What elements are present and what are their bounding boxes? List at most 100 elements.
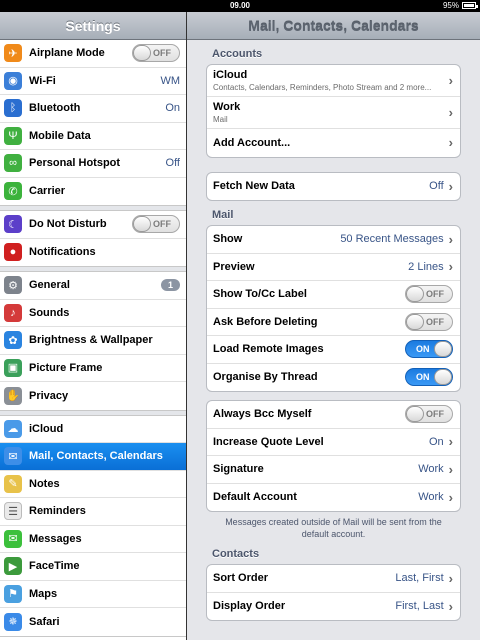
toggle-state: OFF <box>426 289 444 300</box>
toggle-switch[interactable]: OFF <box>405 312 453 331</box>
sidebar-item-sounds[interactable]: ♪ Sounds <box>0 299 186 327</box>
battery-indicator: 95% <box>443 1 478 10</box>
row-label: Always Bcc Myself <box>213 408 312 421</box>
row-label: Work <box>213 101 241 113</box>
chevron-right-icon: › <box>448 259 453 275</box>
sidebar-title: Settings <box>65 17 121 34</box>
icloud-row[interactable]: iCloud Contacts, Calendars, Reminders, Ph… <box>207 65 460 97</box>
gear-icon: ⚙ <box>4 276 22 295</box>
sidebar-item-value: WM <box>160 74 180 87</box>
sidebar-group: ☁ iCloud ✉ Mail, Contacts, Calendars ✎ Notes ☰… <box>0 415 186 637</box>
envelope-icon: ✉ <box>4 447 22 466</box>
sidebar-group: ✈ Airplane Mode OFF ◉ Wi-Fi WM ᛒ Bluetooth On Ψ Mo… <box>0 40 186 206</box>
status-time: 09.00 <box>229 1 251 10</box>
chevron-right-icon: › <box>448 489 453 505</box>
toggle-knob <box>406 286 424 303</box>
show-to-cc-label-row[interactable]: Show To/Cc Label OFF <box>207 281 460 309</box>
sidebar-item-airplane-mode[interactable]: ✈ Airplane Mode OFF <box>0 40 186 68</box>
fetch-new-data-label: Fetch New Data <box>213 180 295 193</box>
toggle-switch[interactable]: ON <box>405 340 453 359</box>
chevron-right-icon: › <box>448 73 453 88</box>
fetch-new-data-row[interactable]: Fetch New Data Off › <box>207 173 460 201</box>
sidebar-item-icloud[interactable]: ☁ iCloud <box>0 415 186 443</box>
default-account-row[interactable]: Default Account Work › <box>207 484 460 512</box>
work-row[interactable]: Work Mail › <box>207 97 460 129</box>
chevron-right-icon: › <box>448 598 453 614</box>
chevron-right-icon: › <box>448 461 453 477</box>
row-value: 50 Recent Messages <box>340 233 444 246</box>
sidebar-item-notes[interactable]: ✎ Notes <box>0 470 186 498</box>
sidebar-item-safari[interactable]: ✵ Safari <box>0 608 186 636</box>
sidebar-item-wi-fi[interactable]: ◉ Wi-Fi WM <box>0 67 186 95</box>
sidebar-item-label: Messages <box>29 532 82 545</box>
toggle-switch[interactable]: OFF <box>405 285 453 304</box>
sidebar-item-mail-contacts-calendars[interactable]: ✉ Mail, Contacts, Calendars <box>0 443 186 471</box>
sidebar-item-bluetooth[interactable]: ᛒ Bluetooth On <box>0 95 186 123</box>
always-bcc-myself-row[interactable]: Always Bcc Myself OFF <box>207 401 460 429</box>
row-subtitle: Mail <box>213 115 228 124</box>
load-remote-images-row[interactable]: Load Remote Images ON <box>207 336 460 364</box>
row-label: Show <box>213 233 243 246</box>
sidebar-item-label: Bluetooth <box>29 102 81 115</box>
mail-header: Mail <box>212 209 234 221</box>
sidebar-item-label: Sounds <box>29 306 70 319</box>
settings-app: Settings ✈ Airplane Mode OFF ◉ Wi-Fi WM ᛒ Bluet… <box>0 12 480 640</box>
increase-quote-level-row[interactable]: Increase Quote Level On › <box>207 429 460 456</box>
row-label: Add Account... <box>213 136 291 149</box>
row-label: iCloud <box>213 69 248 81</box>
sidebar-item-maps[interactable]: ⚑ Maps <box>0 580 186 608</box>
sidebar-item-carrier[interactable]: ✆ Carrier <box>0 177 186 205</box>
detail-pane: Mail, Contacts, Calendars Accounts iClou… <box>187 12 480 640</box>
accounts-group: iCloud Contacts, Calendars, Reminders, Ph… <box>206 64 461 158</box>
sidebar-list: ✈ Airplane Mode OFF ◉ Wi-Fi WM ᛒ Bluetooth On Ψ Mo… <box>0 40 186 637</box>
toggle-state: OFF <box>153 48 171 59</box>
row-label: Load Remote Images <box>213 343 324 356</box>
update-badge: 1 <box>160 279 180 292</box>
chevron-right-icon: › <box>448 231 453 247</box>
sidebar-item-label: Wi-Fi <box>29 74 56 87</box>
maps-icon: ⚑ <box>4 584 22 603</box>
row-label: Default Account <box>213 491 297 504</box>
ask-before-deleting-row[interactable]: Ask Before Deleting OFF <box>207 309 460 336</box>
toggle-switch[interactable]: ON <box>405 368 453 387</box>
sidebar-item-facetime[interactable]: ▶ FaceTime <box>0 553 186 581</box>
organise-by-thread-row[interactable]: Organise By Thread ON <box>207 364 460 392</box>
toggle-knob <box>133 45 151 62</box>
wifi-icon: ◉ <box>4 71 22 90</box>
preview-row[interactable]: Preview 2 Lines › <box>207 254 460 281</box>
sidebar-item-label: Mobile Data <box>29 129 91 142</box>
row-label: Signature <box>213 463 264 476</box>
sidebar-item-mobile-data[interactable]: Ψ Mobile Data <box>0 122 186 150</box>
chevron-right-icon: › <box>448 105 453 120</box>
row-label: Sort Order <box>213 572 269 585</box>
toggle-switch[interactable]: OFF <box>132 215 180 234</box>
sidebar-item-label: Notifications <box>29 246 96 259</box>
toggle-switch[interactable]: OFF <box>132 44 180 63</box>
show-row[interactable]: Show 50 Recent Messages › <box>207 226 460 254</box>
chevron-right-icon: › <box>448 570 453 586</box>
phone-icon: ✆ <box>4 182 22 201</box>
sidebar-item-label: Privacy <box>29 389 69 402</box>
sidebar-item-brightness-wallpaper[interactable]: ✿ Brightness & Wallpaper <box>0 327 186 355</box>
sidebar-item-messages[interactable]: ✉ Messages <box>0 525 186 553</box>
sidebar-item-reminders[interactable]: ☰ Reminders <box>0 498 186 526</box>
sidebar-item-notifications[interactable]: ● Notifications <box>0 238 186 266</box>
hand-icon: ✋ <box>4 386 22 405</box>
sidebar-item-privacy[interactable]: ✋ Privacy <box>0 382 186 410</box>
sidebar-item-label: Airplane Mode <box>29 47 105 60</box>
signature-row[interactable]: Signature Work › <box>207 456 460 484</box>
detail-title: Mail, Contacts, Calendars <box>248 17 419 34</box>
row-value: On <box>428 435 444 448</box>
add-account-row[interactable]: Add Account... › <box>207 129 460 157</box>
speaker-icon: ♪ <box>4 303 22 322</box>
display-order-row[interactable]: Display Order First, Last › <box>207 593 460 621</box>
sidebar-item-picture-frame[interactable]: ▣ Picture Frame <box>0 354 186 382</box>
sidebar-item-personal-hotspot[interactable]: ∞ Personal Hotspot Off <box>0 150 186 178</box>
sort-order-row[interactable]: Sort Order Last, First › <box>207 565 460 593</box>
sidebar-item-general[interactable]: ⚙ General 1 <box>0 272 186 300</box>
status-bar: 09.00 95% <box>0 0 480 12</box>
toggle-switch[interactable]: OFF <box>405 405 453 424</box>
mail-options-group: Always Bcc Myself OFF Increase Quote Level… <box>206 400 461 512</box>
airplane-icon: ✈ <box>4 44 22 63</box>
sidebar-item-do-not-disturb[interactable]: ☾ Do Not Disturb OFF <box>0 211 186 239</box>
